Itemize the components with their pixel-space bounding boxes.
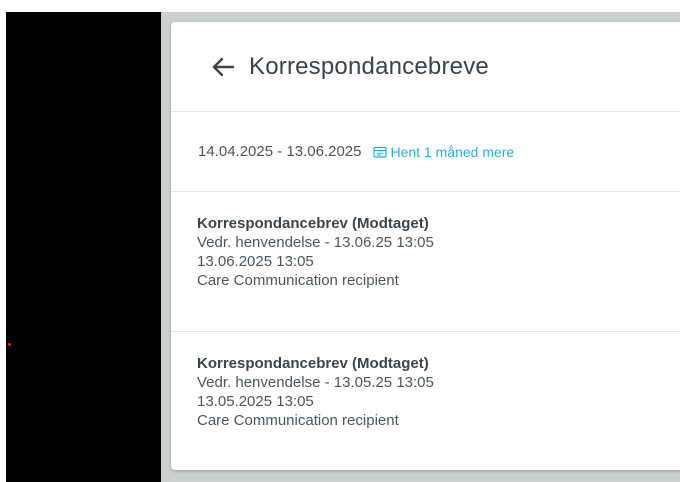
correspondence-card: Korrespondancebreve 14.04.2025 - 13.06.2… <box>171 22 680 470</box>
letter-datetime: 13.05.2025 13:05 <box>197 393 314 410</box>
list-item[interactable]: Korrespondancebrev (Modtaget) Vedr. henv… <box>171 332 680 470</box>
letter-title: Korrespondancebrev (Modtaget) <box>197 355 429 372</box>
list-item[interactable]: Korrespondancebrev (Modtaget) Vedr. henv… <box>171 192 680 332</box>
date-range-text: 14.04.2025 - 13.06.2025 <box>198 143 362 160</box>
date-range-row: 14.04.2025 - 13.06.2025 Hent 1 måned mer… <box>171 112 680 192</box>
letter-title: Korrespondancebrev (Modtaget) <box>197 215 429 232</box>
arrow-left-icon[interactable] <box>211 56 235 78</box>
left-black-panel <box>6 12 161 482</box>
letter-subject: Vedr. henvendelse - 13.05.25 13:05 <box>197 374 434 391</box>
calendar-icon <box>373 146 388 158</box>
letter-datetime: 13.06.2025 13:05 <box>197 253 314 270</box>
letter-recipient: Care Communication recipient <box>197 412 399 429</box>
fetch-more-label: Hent 1 måned mere <box>390 143 515 160</box>
card-header: Korrespondancebreve <box>171 22 680 112</box>
letter-subject: Vedr. henvendelse - 13.06.25 13:05 <box>197 234 434 251</box>
page-title: Korrespondancebreve <box>249 52 489 80</box>
letter-recipient: Care Communication recipient <box>197 272 399 289</box>
red-dot-marker <box>8 343 11 346</box>
fetch-more-link[interactable]: Hent 1 måned mere <box>373 144 514 160</box>
